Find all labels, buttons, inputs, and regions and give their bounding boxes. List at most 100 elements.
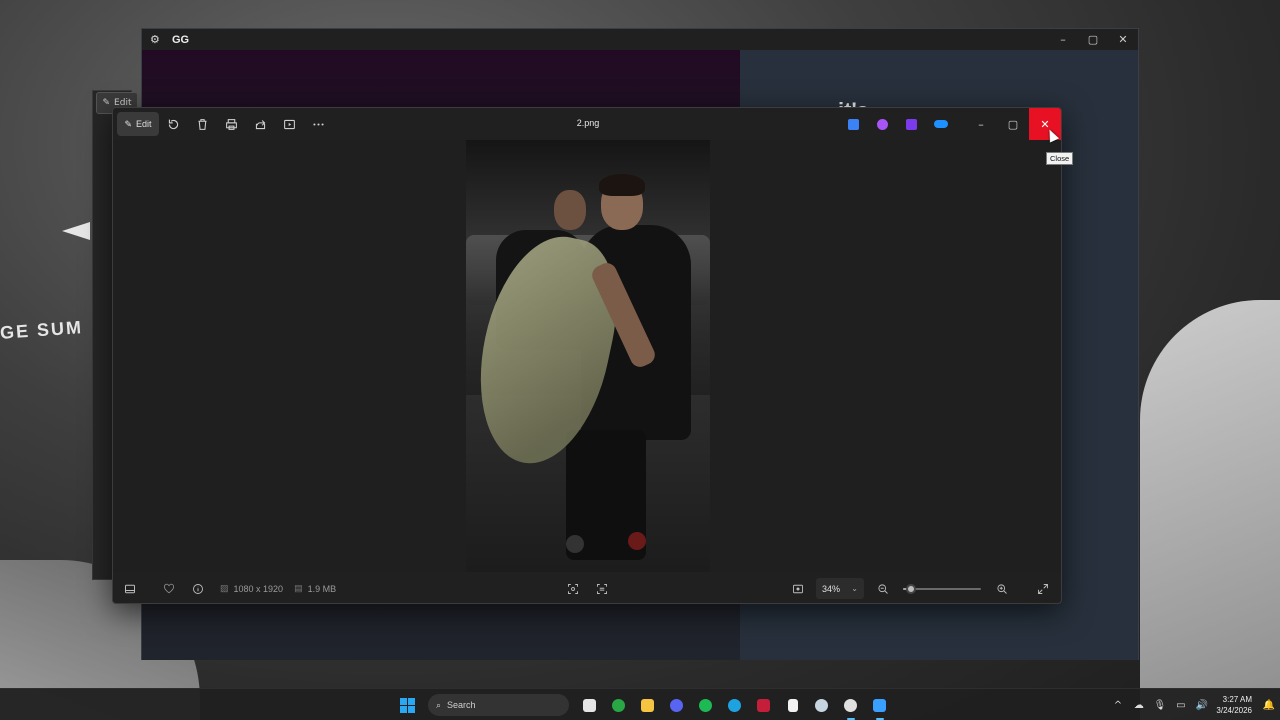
settings-icon <box>844 698 857 712</box>
zoom-out-icon <box>877 583 888 594</box>
photos-window[interactable]: ✎ Edit 2.png – ▢ ✕ ▨ 1080 x 1920 ▤ 1.9 M… <box>112 107 1062 604</box>
taskbar-discord[interactable] <box>662 689 691 720</box>
file-size: 1.9 MB <box>307 583 337 594</box>
wallpaper-shape <box>1140 300 1280 720</box>
photos-toolbar: ✎ Edit 2.png – ▢ ✕ <box>113 108 1061 140</box>
photo-image[interactable] <box>466 140 710 572</box>
edit-icon: ✎ <box>102 98 111 108</box>
fit-icon <box>792 584 803 593</box>
adobe-icon <box>757 698 770 712</box>
slideshow-button[interactable] <box>275 112 304 136</box>
more-icon <box>313 122 324 126</box>
taskbar-xbox[interactable] <box>604 689 633 720</box>
maximize-button[interactable]: ▢ <box>997 108 1029 140</box>
gg-close-button[interactable]: ✕ <box>1108 33 1138 46</box>
photo-figure <box>599 174 645 196</box>
zoom-in-icon <box>996 583 1007 594</box>
taskbar-task-view[interactable] <box>575 689 604 720</box>
print-icon <box>226 118 237 130</box>
file-size-icon: ▤ <box>294 583 303 593</box>
clock-date: 3/24/2026 <box>1216 706 1252 715</box>
share-icon <box>255 119 266 129</box>
delete-icon <box>198 118 207 130</box>
network-icon[interactable]: ▭ <box>1170 700 1191 711</box>
search-label: Search <box>447 700 476 710</box>
gg-logo-icon: ⚙ <box>150 32 160 46</box>
edit-label: Edit <box>136 119 152 129</box>
onedrive-button[interactable] <box>926 108 955 140</box>
chevron-down-icon: ⌄ <box>851 584 858 593</box>
wallpaper-arrow <box>62 222 90 240</box>
text-scan-button[interactable] <box>587 583 616 595</box>
photos-icon <box>873 698 886 712</box>
photos-app-icon <box>848 118 859 130</box>
delete-button[interactable] <box>188 112 217 136</box>
zoom-slider-thumb[interactable] <box>906 583 916 594</box>
zoom-out-button[interactable] <box>868 583 897 595</box>
system-tray: ^ ☁ 🎙 ▭ 🔊 3:27 AM 3/24/2026 🔔 <box>1107 689 1280 720</box>
minimize-button[interactable]: – <box>965 108 997 140</box>
taskbar-notepad[interactable] <box>778 689 807 720</box>
photo-canvas[interactable] <box>113 140 1061 572</box>
gg-minimize-button[interactable]: – <box>1048 33 1078 46</box>
crop-button[interactable] <box>558 583 587 595</box>
gg-maximize-button[interactable]: ▢ <box>1078 33 1108 46</box>
text-scan-icon <box>596 583 607 594</box>
taskbar-search[interactable]: ⌕ Search <box>428 694 569 716</box>
onedrive-tray-icon[interactable]: ☁ <box>1128 700 1149 711</box>
zoom-value: 34% <box>822 583 841 594</box>
taskbar-edge[interactable] <box>720 689 749 720</box>
edit-button[interactable]: ✎ Edit <box>117 112 159 136</box>
discord-icon <box>670 698 683 712</box>
photo-figure <box>554 190 586 230</box>
photos-app-button[interactable] <box>839 108 868 140</box>
share-button[interactable] <box>246 112 275 136</box>
notepad-icon <box>787 698 798 712</box>
volume-icon[interactable]: 🔊 <box>1191 700 1212 711</box>
taskbar-steam[interactable] <box>807 689 836 720</box>
video-editor-icon <box>906 118 917 130</box>
notifications-icon[interactable]: 🔔 <box>1258 700 1280 711</box>
file-explorer-icon <box>641 698 654 712</box>
steam-icon <box>815 698 828 712</box>
taskbar-file-explorer[interactable] <box>633 689 662 720</box>
close-tooltip: Close <box>1046 152 1074 165</box>
filmstrip-button[interactable] <box>115 583 144 595</box>
zoom-slider[interactable] <box>903 582 981 596</box>
chevron-up-icon[interactable]: ^ <box>1107 700 1128 711</box>
fit-to-window-button[interactable] <box>783 583 812 595</box>
clipchamp-button[interactable] <box>868 108 897 140</box>
microphone-icon[interactable]: 🎙 <box>1149 700 1170 711</box>
favorite-button[interactable] <box>154 583 183 595</box>
scan-icon <box>567 583 578 594</box>
heart-icon <box>163 583 174 593</box>
taskbar-clock[interactable]: 3:27 AM 3/24/2026 <box>1216 694 1252 716</box>
clock-time: 3:27 AM <box>1222 695 1252 704</box>
image-dimensions: 1080 x 1920 <box>233 583 284 594</box>
filmstrip-icon <box>124 584 135 593</box>
start-button[interactable] <box>393 689 422 720</box>
photo-figure <box>628 532 646 550</box>
taskbar-settings[interactable] <box>836 689 865 720</box>
edit-icon: ✎ <box>124 118 133 129</box>
rotate-button[interactable] <box>159 112 188 136</box>
dimensions-icon: ▨ <box>220 583 229 593</box>
task-view-icon <box>583 698 596 712</box>
zoom-dropdown[interactable]: 34% ⌄ <box>816 578 864 599</box>
more-options-button[interactable] <box>304 112 333 136</box>
wallpaper-text: GE SUM <box>0 317 84 343</box>
gg-titlebar[interactable]: ⚙ GG – ▢ ✕ <box>142 29 1138 50</box>
rotate-icon <box>168 119 179 129</box>
video-editor-button[interactable] <box>897 108 926 140</box>
print-button[interactable] <box>217 112 246 136</box>
fullscreen-button[interactable] <box>1028 583 1057 595</box>
taskbar-photos[interactable] <box>865 689 894 720</box>
gg-window-title: GG <box>172 33 190 46</box>
taskbar-spotify[interactable] <box>691 689 720 720</box>
zoom-in-button[interactable] <box>987 583 1016 595</box>
edge-icon <box>728 698 741 712</box>
spotify-icon <box>699 698 712 712</box>
file-info-button[interactable] <box>183 583 212 595</box>
taskbar-adobe[interactable] <box>749 689 778 720</box>
slideshow-icon <box>284 119 295 129</box>
